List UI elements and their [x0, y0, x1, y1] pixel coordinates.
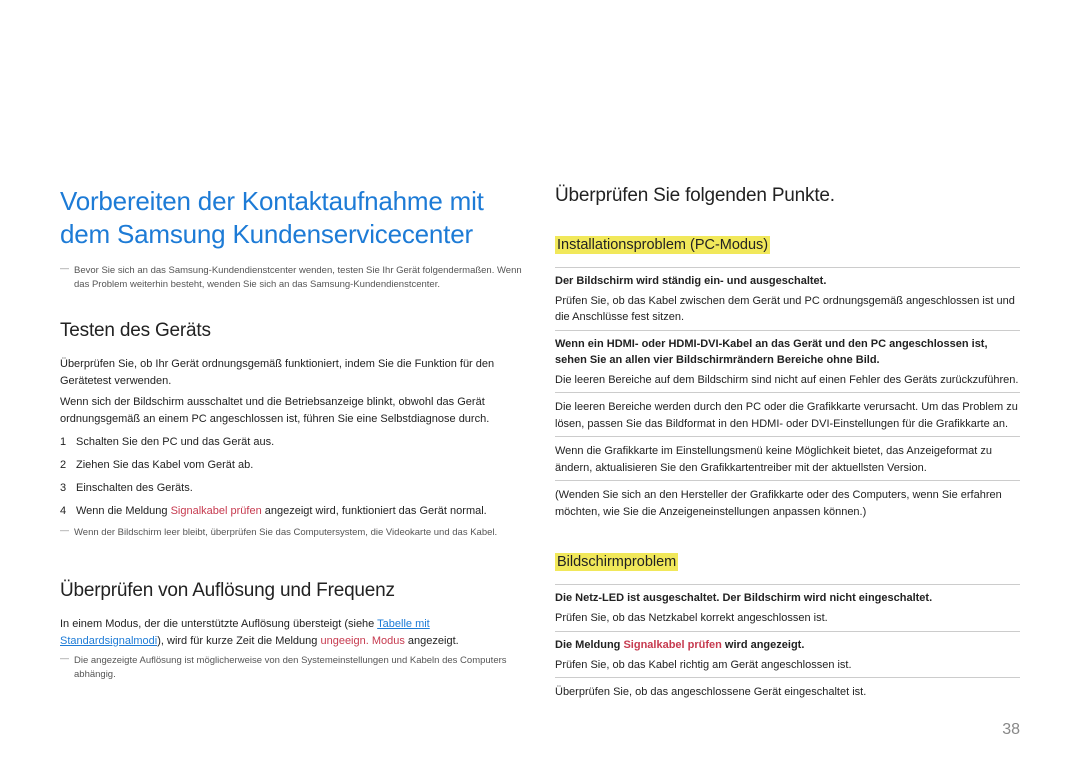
step-3: Einschalten des Geräts. — [60, 480, 525, 497]
text: ), wird für kurze Zeit die Meldung — [157, 635, 320, 647]
answer: (Wenden Sie sich an den Hersteller der G… — [555, 487, 1020, 520]
qa-item: (Wenden Sie sich an den Hersteller der G… — [555, 481, 1020, 524]
qa-item: Der Bildschirm wird ständig ein- und aus… — [555, 267, 1020, 331]
section-resolution-freq: Überprüfen von Auflösung und Frequenz — [60, 580, 525, 602]
red-text-signalkabel: Signalkabel prüfen — [171, 505, 262, 517]
highlight: Installationsproblem (PC-Modus) — [555, 236, 770, 254]
text: angezeigt wird, funktioniert das Gerät n… — [262, 505, 487, 517]
answer: Prüfen Sie, ob das Netzkabel korrekt ang… — [555, 610, 1020, 627]
red-text-signalkabel-2: Signalkabel prüfen — [623, 639, 721, 651]
step-4: Wenn die Meldung Signalkabel prüfen ange… — [60, 503, 525, 520]
question: Die Netz-LED ist ausgeschaltet. Der Bild… — [555, 591, 1020, 607]
footnote-pre-contact: Bevor Sie sich an das Samsung-Kundendien… — [60, 264, 525, 292]
step-1: Schalten Sie den PC und das Gerät aus. — [60, 434, 525, 451]
sub-screen-problem: Bildschirmproblem — [555, 554, 1020, 570]
page-main-heading: Vorbereiten der Kontaktaufnahme mit dem … — [60, 185, 525, 250]
answer: Prüfen Sie, ob das Kabel zwischen dem Ge… — [555, 293, 1020, 326]
highlight: Bildschirmproblem — [555, 553, 678, 571]
answer: Die leeren Bereiche auf dem Bildschirm s… — [555, 372, 1020, 389]
answer: Die leeren Bereiche werden durch den PC … — [555, 399, 1020, 432]
question: Der Bildschirm wird ständig ein- und aus… — [555, 274, 1020, 290]
qa-item: Die leeren Bereiche werden durch den PC … — [555, 393, 1020, 437]
question: Wenn ein HDMI- oder HDMI-DVI-Kabel an da… — [555, 337, 1020, 369]
steps-list: Schalten Sie den PC und das Gerät aus. Z… — [60, 434, 525, 520]
question: Die Meldung Signalkabel prüfen wird ange… — [555, 638, 1020, 654]
red-text-ungeeign: ungeeign. Modus — [320, 635, 404, 647]
qa-item: Überprüfen Sie, ob das angeschlossene Ge… — [555, 678, 1020, 705]
text: In einem Modus, der die unterstützte Auf… — [60, 618, 377, 630]
answer: Überprüfen Sie, ob das angeschlossene Ge… — [555, 684, 1020, 701]
qa-item: Wenn ein HDMI- oder HDMI-DVI-Kabel an da… — [555, 331, 1020, 393]
sub-install-problem: Installationsproblem (PC-Modus) — [555, 237, 1020, 253]
text: angezeigt. — [405, 635, 459, 647]
text: Überprüfen Sie, ob Ihr Gerät ordnungsgem… — [60, 356, 525, 390]
section-check-points: Überprüfen Sie folgenden Punkte. — [555, 185, 1020, 207]
qa-item: Die Meldung Signalkabel prüfen wird ange… — [555, 632, 1020, 678]
answer: Prüfen Sie, ob das Kabel richtig am Gerä… — [555, 657, 1020, 674]
footnote-resolution: Die angezeigte Auflösung ist möglicherwe… — [60, 654, 525, 682]
text: Wenn die Meldung — [76, 505, 171, 517]
section-testing-device: Testen des Geräts — [60, 320, 525, 342]
text: Wenn sich der Bildschirm ausschaltet und… — [60, 394, 525, 428]
text: Die Meldung — [555, 639, 623, 651]
page-number: 38 — [1002, 721, 1020, 739]
text: wird angezeigt. — [722, 639, 805, 651]
text: In einem Modus, der die unterstützte Auf… — [60, 616, 525, 650]
footnote-blank-screen: Wenn der Bildschirm leer bleibt, überprü… — [60, 526, 525, 540]
step-2: Ziehen Sie das Kabel vom Gerät ab. — [60, 457, 525, 474]
qa-item: Die Netz-LED ist ausgeschaltet. Der Bild… — [555, 584, 1020, 631]
answer: Wenn die Grafikkarte im Einstellungsmenü… — [555, 443, 1020, 476]
qa-item: Wenn die Grafikkarte im Einstellungsmenü… — [555, 437, 1020, 481]
